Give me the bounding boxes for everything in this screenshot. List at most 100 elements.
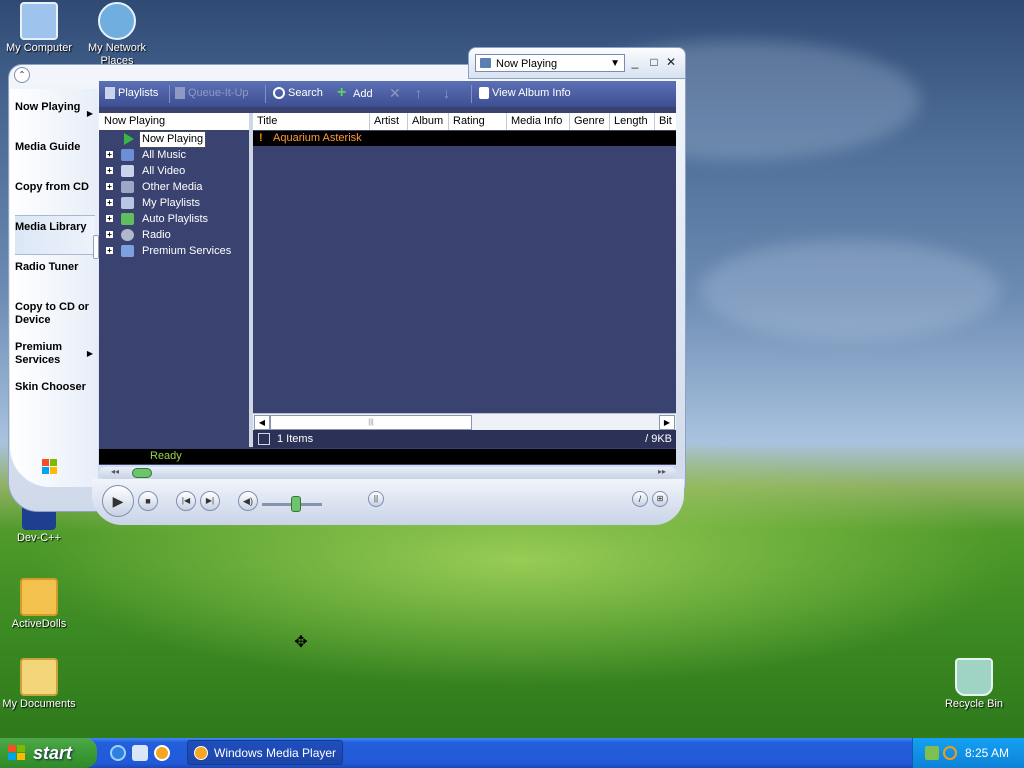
column-length[interactable]: Length xyxy=(610,113,655,130)
column-album[interactable]: Album xyxy=(408,113,449,130)
internet-explorer-icon[interactable] xyxy=(110,745,126,761)
tree-item-label: Premium Services xyxy=(142,245,232,257)
scroll-right-button[interactable]: ▶ xyxy=(659,415,675,430)
expand-icon[interactable]: + xyxy=(106,151,113,159)
expand-icon[interactable]: + xyxy=(106,231,113,239)
playlist-icon xyxy=(121,197,134,209)
queue-it-up-button[interactable]: Queue-It-Up xyxy=(175,87,249,100)
nav-media-library[interactable]: Media Library xyxy=(15,215,95,255)
tree-item-my-playlists[interactable]: + My Playlists xyxy=(99,196,249,211)
stop-icon: ■ xyxy=(145,496,151,506)
volume-slider-thumb[interactable] xyxy=(291,496,301,512)
horizontal-scrollbar[interactable]: ◀ ||| ▶ xyxy=(253,413,676,430)
nav-premium-services[interactable]: Premium Services ▶ xyxy=(15,341,95,367)
minimize-button[interactable]: _ xyxy=(628,55,642,69)
now-playing-selector[interactable]: Now Playing ▼ xyxy=(475,54,625,72)
nav-label: Premium Services xyxy=(15,341,63,366)
start-button[interactable]: start xyxy=(0,738,97,768)
desktop-icon-my-documents[interactable]: My Documents xyxy=(0,658,82,711)
auto-playlist-icon xyxy=(121,213,134,225)
nav-label: Now Playing xyxy=(15,101,81,113)
expand-icon[interactable]: + xyxy=(106,215,113,223)
tree-item-other-media[interactable]: + Other Media xyxy=(99,180,249,195)
desktop-icon-label: Dev-C++ xyxy=(16,532,62,544)
playlists-button[interactable]: Playlists xyxy=(105,87,158,100)
column-media-info[interactable]: Media Info xyxy=(507,113,570,130)
desktop-icon-recycle-bin[interactable]: Recycle Bin xyxy=(931,658,1017,711)
scroll-thumb[interactable]: ||| xyxy=(270,415,472,430)
nav-copy-from-cd[interactable]: Copy from CD xyxy=(15,181,95,194)
playlist-toggle-button[interactable]: || xyxy=(368,491,384,507)
toolbar-divider xyxy=(169,85,170,103)
list-options-icon[interactable] xyxy=(258,433,270,445)
taskbar-button-windows-media-player[interactable]: Windows Media Player xyxy=(187,740,343,765)
search-button[interactable]: Search xyxy=(273,87,323,100)
previous-icon: |◀ xyxy=(181,496,191,505)
seek-thumb[interactable] xyxy=(132,468,152,478)
equalizer-button[interactable]: / xyxy=(632,491,648,507)
column-bitrate[interactable]: Bit xyxy=(655,113,676,130)
tree-item-all-music[interactable]: + All Music xyxy=(99,148,249,163)
fast-forward-small-icon: ▸▸ xyxy=(657,467,666,476)
next-icon: ▶| xyxy=(205,496,215,505)
nav-label: Skin Chooser xyxy=(15,381,86,393)
expand-icon[interactable]: + xyxy=(106,183,113,191)
close-button[interactable]: ✕ xyxy=(664,55,678,69)
maximize-button[interactable]: □ xyxy=(647,55,661,69)
scroll-left-button[interactable]: ◀ xyxy=(254,415,270,430)
queue-label: Queue-It-Up xyxy=(188,87,249,99)
tree-item-now-playing[interactable]: Now Playing xyxy=(99,131,249,148)
warning-icon: ! xyxy=(259,132,263,144)
rewind-small-icon: ◂◂ xyxy=(111,467,120,476)
column-genre[interactable]: Genre xyxy=(570,113,610,130)
desktop-icon-label: My Documents xyxy=(2,698,76,710)
nav-skin-chooser[interactable]: Skin Chooser xyxy=(15,381,95,394)
previous-button[interactable]: |◀ xyxy=(176,491,196,511)
mute-button[interactable]: ◀) xyxy=(238,491,258,511)
skin-mode-button[interactable]: ⊞ xyxy=(652,491,668,507)
column-rating[interactable]: Rating xyxy=(449,113,507,130)
tree-item-auto-playlists[interactable]: + Auto Playlists xyxy=(99,212,249,227)
next-button[interactable]: ▶| xyxy=(200,491,220,511)
tree-item-radio[interactable]: + Radio xyxy=(99,228,249,243)
stop-button[interactable]: ■ xyxy=(138,491,158,511)
expand-icon[interactable]: + xyxy=(106,247,113,255)
seek-bar[interactable]: ◂◂ ▸▸ xyxy=(99,467,676,479)
nav-now-playing[interactable]: Now Playing ▶ xyxy=(15,101,95,118)
show-desktop-icon[interactable] xyxy=(132,745,148,761)
taskbar: start Windows Media Player 8:25 AM xyxy=(0,738,1024,768)
add-button[interactable]: + Add xyxy=(337,85,373,101)
app-menu-icon[interactable]: ⌃ xyxy=(14,67,30,83)
clock[interactable]: 8:25 AM xyxy=(965,738,1009,768)
nav-media-guide[interactable]: Media Guide xyxy=(15,141,95,154)
nav-label: Radio Tuner xyxy=(15,261,79,273)
nav-radio-tuner[interactable]: Radio Tuner xyxy=(15,261,95,274)
playback-controls: ▶ ■ |◀ ▶| ◀) || / ⊞ xyxy=(92,479,684,525)
search-tray-icon[interactable] xyxy=(943,746,957,760)
tree-header[interactable]: Now Playing xyxy=(99,113,249,130)
table-row[interactable]: ! Aquarium Asterisk xyxy=(253,131,676,146)
media-player-quicklaunch-icon[interactable] xyxy=(154,745,170,761)
nav-label: Media Library xyxy=(15,221,87,233)
tree-item-label: Auto Playlists xyxy=(142,213,209,225)
column-title[interactable]: Title xyxy=(253,113,370,130)
nav-copy-to-cd[interactable]: Copy to CD or Device xyxy=(15,301,95,327)
activedolls-icon xyxy=(20,578,58,616)
my-computer-icon xyxy=(20,2,58,40)
view-album-info-button[interactable]: View Album Info xyxy=(479,87,571,100)
play-button[interactable]: ▶ xyxy=(102,485,134,517)
network-tray-icon[interactable] xyxy=(925,746,939,760)
play-icon: ▶ xyxy=(112,493,124,509)
column-artist[interactable]: Artist xyxy=(370,113,408,130)
tree-item-all-video[interactable]: + All Video xyxy=(99,164,249,179)
move-down-button[interactable]: ↓ xyxy=(443,85,450,101)
nav-label: Copy to CD or Device xyxy=(15,301,89,326)
expand-icon[interactable]: + xyxy=(106,167,113,175)
delete-button[interactable]: ✕ xyxy=(389,85,401,102)
recycle-bin-icon xyxy=(955,658,993,696)
playlists-icon xyxy=(105,87,115,100)
expand-icon[interactable]: + xyxy=(106,199,113,207)
tree-item-premium-services[interactable]: + Premium Services xyxy=(99,244,249,259)
move-up-button[interactable]: ↑ xyxy=(415,85,422,101)
desktop-icon-activedolls[interactable]: ActiveDolls xyxy=(0,578,82,631)
